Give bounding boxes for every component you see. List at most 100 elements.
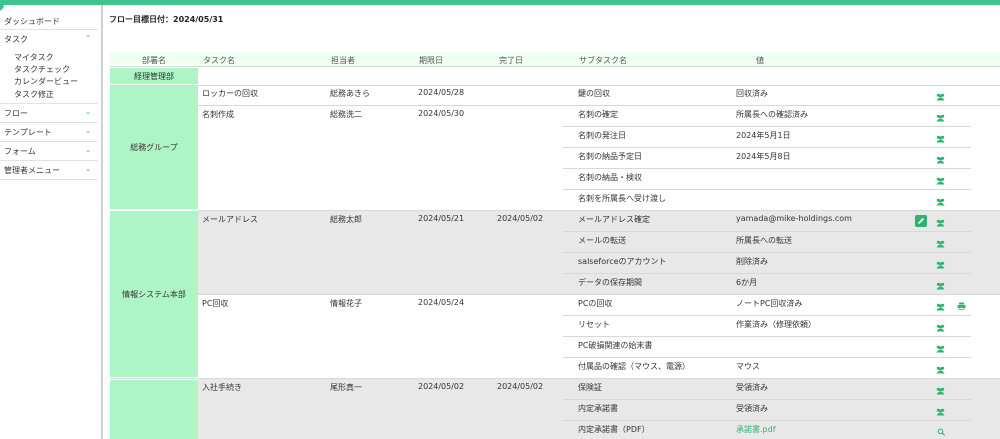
sidebar-divider bbox=[0, 29, 98, 30]
sidebar-item-flow[interactable]: フロー bbox=[4, 108, 28, 119]
subtask-value: 受領済み bbox=[736, 383, 768, 392]
subtask-value: 作業済み（修理依頼） bbox=[736, 320, 816, 329]
people-icon[interactable] bbox=[936, 93, 945, 101]
sidebar-item-task[interactable]: タスク bbox=[4, 34, 28, 45]
printer-icon[interactable] bbox=[957, 302, 966, 310]
pencil-icon bbox=[918, 217, 925, 224]
people-icon[interactable] bbox=[936, 240, 945, 248]
subtask-value: 6か月 bbox=[736, 278, 758, 287]
dept-cell: 総務グループ bbox=[110, 86, 198, 209]
sidebar-item-task-check[interactable]: タスクチェック bbox=[14, 64, 70, 75]
task-assignee: 情報花子 bbox=[330, 299, 362, 308]
chevron-down-icon[interactable]: ⌄ bbox=[85, 165, 91, 173]
col-value: 値 bbox=[756, 56, 764, 65]
task-name: 入社手続き bbox=[202, 383, 242, 392]
dept-cell bbox=[110, 380, 198, 439]
subtask-value: 回収済み bbox=[736, 89, 768, 98]
subtask-value: 2024年5月1日 bbox=[736, 131, 791, 140]
people-icon[interactable] bbox=[936, 198, 945, 206]
sidebar-item-calendar-view[interactable]: カレンダービュー bbox=[14, 76, 78, 87]
task-name: メールアドレス bbox=[202, 215, 258, 224]
people-icon[interactable] bbox=[936, 345, 945, 353]
chevron-down-icon[interactable]: ⌄ bbox=[85, 146, 91, 154]
table-header: 部署名 タスク名 担当者 期限日 完了日 サブタスク名 値 bbox=[110, 52, 1000, 67]
subtask-name: リセット bbox=[578, 320, 610, 329]
task-name: ロッカーの回収 bbox=[202, 89, 258, 98]
flow-target-date: フロー目標日付：2024/05/31 bbox=[109, 15, 224, 24]
sidebar-divider bbox=[0, 103, 98, 104]
subtask-value: 2024年5月8日 bbox=[736, 152, 791, 161]
sidebar-divider bbox=[0, 179, 98, 180]
sidebar-item-form[interactable]: フォーム bbox=[4, 146, 36, 157]
subtask-name: 名刺の納品・検収 bbox=[578, 173, 642, 182]
logo-mark bbox=[0, 5, 4, 11]
task-due: 2024/05/24 bbox=[418, 298, 465, 307]
subtask-value: 受領済み bbox=[736, 404, 768, 413]
subtask-value: 所属長への転送 bbox=[736, 236, 792, 245]
sidebar-divider bbox=[0, 122, 98, 123]
people-icon[interactable] bbox=[936, 408, 945, 416]
people-icon[interactable] bbox=[936, 387, 945, 395]
subtask-name: salseforceのアカウント bbox=[578, 257, 667, 266]
col-due-date: 期限日 bbox=[419, 56, 443, 65]
dept-cell: 経理管理部 bbox=[110, 68, 198, 84]
subtask-name: 鍵の回収 bbox=[578, 89, 610, 98]
task-assignee: 総務あきら bbox=[330, 89, 370, 98]
subtask-value: マウス bbox=[736, 362, 760, 371]
task-due: 2024/05/02 bbox=[418, 382, 465, 391]
subtask-name: PCの回収 bbox=[578, 299, 613, 308]
attachment-link[interactable]: 承諾書.pdf bbox=[736, 424, 776, 435]
people-icon[interactable] bbox=[936, 366, 945, 374]
task-assignee: 総務洗二 bbox=[330, 110, 362, 119]
sidebar: ダッシュボード タスク ⌃ マイタスク タスクチェック カレンダービュー タスク… bbox=[0, 5, 103, 439]
subtask-value: 削除済み bbox=[736, 257, 768, 266]
people-icon[interactable] bbox=[936, 282, 945, 290]
task-done: 2024/05/02 bbox=[497, 382, 544, 391]
chevron-down-icon[interactable]: ⌄ bbox=[85, 108, 91, 116]
subtask-name: データの保存期間 bbox=[578, 278, 642, 287]
sidebar-item-dashboard[interactable]: ダッシュボード bbox=[4, 16, 60, 27]
sidebar-item-admin-menu[interactable]: 管理者メニュー bbox=[4, 165, 60, 176]
magnifier-icon[interactable] bbox=[937, 428, 946, 436]
sidebar-item-template[interactable]: テンプレート bbox=[4, 127, 52, 138]
people-icon[interactable] bbox=[936, 324, 945, 332]
task-done: 2024/05/02 bbox=[497, 214, 544, 223]
col-subtask: サブタスク名 bbox=[579, 56, 627, 65]
subtask-name: メールアドレス確定 bbox=[578, 215, 650, 224]
task-due: 2024/05/21 bbox=[418, 214, 465, 223]
subtask-name: 名刺の確定 bbox=[578, 110, 618, 119]
people-icon[interactable] bbox=[936, 135, 945, 143]
main-content: フロー目標日付：2024/05/31 部署名 タスク名 担当者 期限日 完了日 … bbox=[105, 5, 1000, 439]
col-assignee: 担当者 bbox=[331, 56, 355, 65]
people-icon[interactable] bbox=[936, 177, 945, 185]
task-assignee: 総務太郎 bbox=[330, 215, 362, 224]
task-name: 名刺作成 bbox=[202, 110, 234, 119]
sidebar-item-task-edit[interactable]: タスク修正 bbox=[14, 89, 54, 100]
subtask-name: メールの転送 bbox=[578, 236, 626, 245]
chevron-down-icon[interactable]: ⌄ bbox=[85, 127, 91, 135]
subtask-value: ノートPC回収済み bbox=[736, 299, 803, 308]
subtask-name: 保険証 bbox=[578, 383, 602, 392]
col-task-name: タスク名 bbox=[203, 56, 235, 65]
subtask-value: 所属長への確認済み bbox=[736, 110, 808, 119]
people-icon[interactable] bbox=[936, 303, 945, 311]
dept-cell: 情報システム本部 bbox=[110, 211, 198, 377]
subtask-name: PC破損関連の始末書 bbox=[578, 341, 653, 350]
people-icon[interactable] bbox=[936, 219, 945, 227]
col-done-date: 完了日 bbox=[499, 56, 523, 65]
people-icon[interactable] bbox=[936, 114, 945, 122]
sidebar-divider bbox=[0, 141, 98, 142]
task-name: PC回収 bbox=[202, 299, 229, 308]
subtask-name: 名刺を所属長へ受け渡し bbox=[578, 194, 666, 203]
subtask-name: 内定承諾書 bbox=[578, 404, 618, 413]
subtask-value: yamada@mike-holdings.com bbox=[736, 214, 852, 223]
people-icon[interactable] bbox=[936, 156, 945, 164]
sidebar-divider bbox=[0, 160, 98, 161]
chevron-up-icon[interactable]: ⌃ bbox=[85, 34, 91, 42]
edit-button[interactable] bbox=[915, 215, 927, 227]
task-due: 2024/05/30 bbox=[418, 109, 465, 118]
task-assignee: 尾形真一 bbox=[330, 383, 362, 392]
subtask-name: 内定承諾書（PDF） bbox=[578, 425, 650, 434]
people-icon[interactable] bbox=[936, 261, 945, 269]
sidebar-item-my-task[interactable]: マイタスク bbox=[14, 52, 54, 63]
